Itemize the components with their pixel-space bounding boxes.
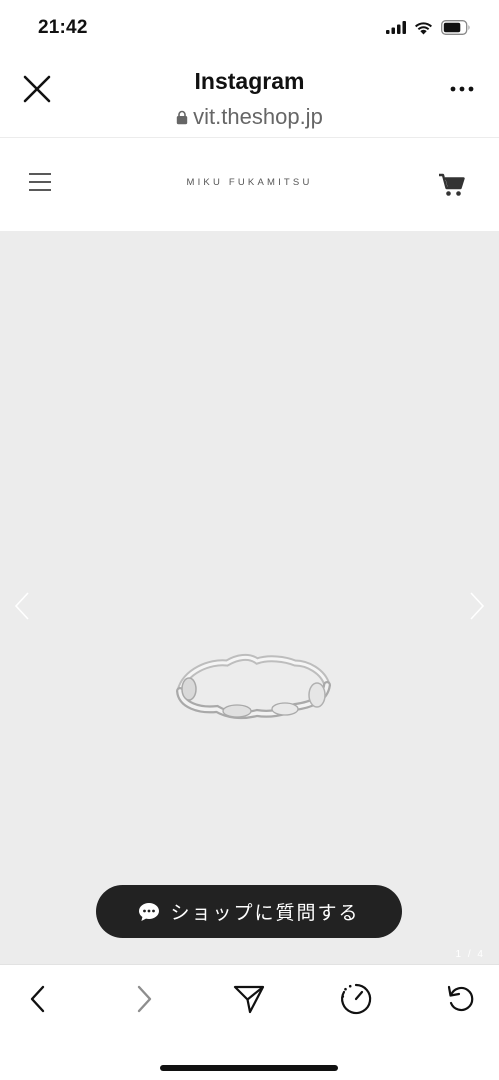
in-app-browser-header: Instagram vit.theshop.jp — [0, 58, 499, 138]
brand-logo[interactable]: MIKU FUKAMITSU — [0, 177, 499, 188]
shop-header: MIKU FUKAMITSU — [0, 139, 499, 231]
speed-icon — [341, 983, 372, 1015]
more-options-button[interactable] — [449, 82, 475, 94]
cart-button[interactable] — [438, 172, 466, 198]
chevron-right-icon — [470, 592, 485, 620]
reload-icon — [447, 985, 474, 1012]
status-bar: 21:42 — [0, 0, 499, 58]
chevron-left-icon — [14, 592, 29, 620]
battery-icon — [441, 20, 471, 40]
home-indicator[interactable] — [160, 1065, 338, 1071]
lock-icon — [176, 110, 188, 124]
share-icon — [233, 985, 265, 1014]
next-image-button[interactable] — [469, 591, 485, 621]
browser-toolbar — [0, 964, 499, 1080]
wifi-icon — [414, 21, 433, 40]
status-icons — [386, 20, 471, 40]
cart-icon — [439, 173, 465, 196]
browser-title: Instagram — [194, 68, 305, 94]
url-display[interactable]: vit.theshop.jp — [0, 104, 499, 130]
speed-button[interactable] — [338, 981, 374, 1017]
share-button[interactable] — [231, 981, 267, 1017]
forward-button[interactable] — [126, 981, 162, 1017]
image-pager: 1 / 4 — [455, 949, 485, 960]
chat-bubble-icon — [139, 902, 160, 921]
ask-shop-button[interactable]: ショップに質問する — [96, 885, 402, 938]
ring-image — [165, 649, 337, 731]
signal-icon — [386, 21, 406, 39]
back-button[interactable] — [20, 981, 56, 1017]
previous-image-button[interactable] — [14, 591, 30, 621]
back-icon — [30, 985, 45, 1013]
product-image-carousel[interactable]: 1 / 4 — [0, 231, 499, 964]
reload-button[interactable] — [443, 981, 479, 1017]
more-icon — [450, 86, 474, 92]
url-text: vit.theshop.jp — [193, 104, 323, 129]
ask-shop-label: ショップに質問する — [170, 902, 360, 924]
forward-icon — [137, 985, 152, 1013]
status-time: 21:42 — [38, 17, 88, 38]
